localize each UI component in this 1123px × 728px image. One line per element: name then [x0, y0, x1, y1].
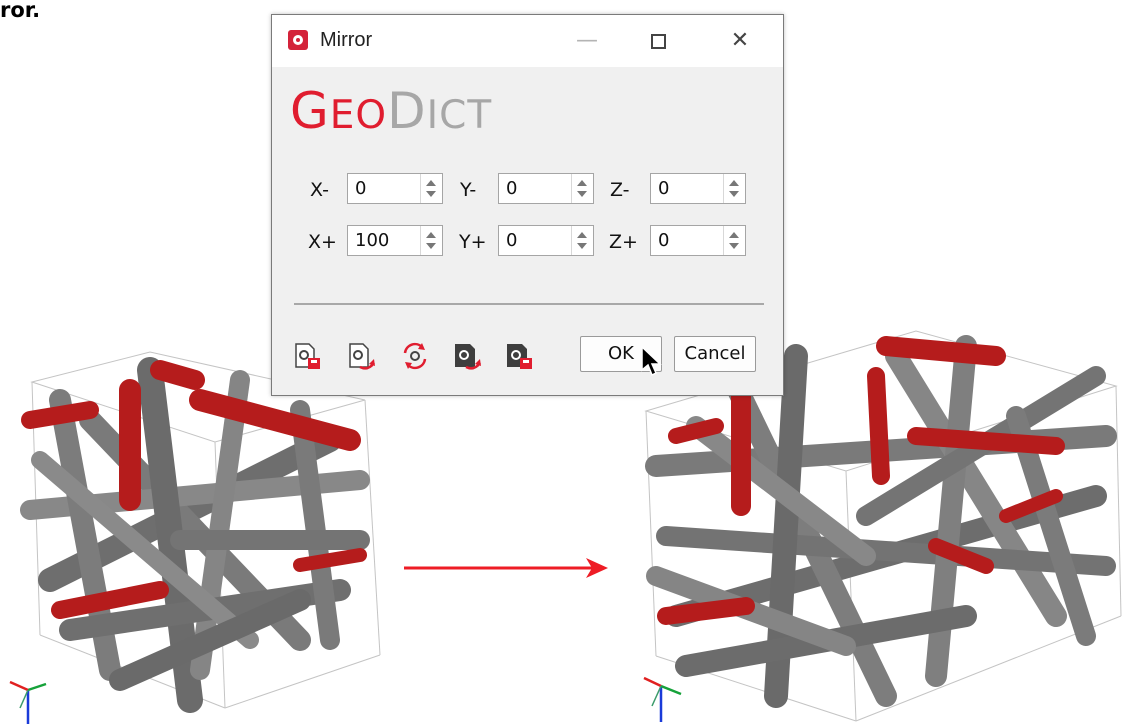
geodict-logo: GEODICT [290, 82, 493, 140]
step-up-icon[interactable] [729, 232, 739, 238]
axis-triad-right [643, 676, 682, 722]
y-plus-label: Y+ [459, 231, 487, 253]
load-settings-icon[interactable] [346, 341, 376, 371]
x-minus-label: X- [310, 179, 329, 201]
mirror-dialog: Mirror — ✕ GEODICT X- Y- Z- X+ Y+ Z+ [271, 14, 784, 396]
y-minus-stepper[interactable] [571, 174, 593, 203]
y-plus-input[interactable] [499, 226, 571, 255]
z-minus-label: Z- [610, 179, 630, 201]
step-up-icon[interactable] [577, 180, 587, 186]
x-plus-stepper[interactable] [420, 226, 442, 255]
reset-settings-icon[interactable] [400, 341, 430, 371]
step-up-icon[interactable] [426, 232, 436, 238]
dialog-title: Mirror [320, 29, 373, 51]
x-minus-stepper[interactable] [420, 174, 442, 203]
z-plus-input[interactable] [651, 226, 723, 255]
step-down-icon[interactable] [426, 191, 436, 197]
load-parameters-icon[interactable] [504, 341, 534, 371]
dialog-titlebar[interactable]: Mirror — ✕ [272, 15, 783, 67]
save-parameters-icon[interactable] [452, 341, 482, 371]
z-minus-spinbox[interactable] [650, 173, 746, 204]
transform-arrow-icon [404, 558, 608, 578]
y-minus-spinbox[interactable] [498, 173, 594, 204]
step-up-icon[interactable] [577, 232, 587, 238]
geodict-app-icon [288, 30, 308, 50]
y-plus-stepper[interactable] [571, 226, 593, 255]
step-down-icon[interactable] [577, 191, 587, 197]
maximize-icon [650, 33, 666, 49]
close-button[interactable]: ✕ [717, 21, 763, 61]
maximize-button[interactable] [635, 21, 681, 61]
axis-triad-left [9, 680, 47, 724]
y-minus-input[interactable] [499, 174, 571, 203]
x-plus-label: X+ [308, 231, 337, 253]
save-settings-icon[interactable] [292, 341, 322, 371]
cancel-button[interactable]: Cancel [674, 336, 756, 372]
z-minus-stepper[interactable] [723, 174, 745, 203]
step-down-icon[interactable] [729, 243, 739, 249]
step-down-icon[interactable] [577, 243, 587, 249]
step-up-icon[interactable] [426, 180, 436, 186]
z-plus-label: Z+ [609, 231, 638, 253]
z-minus-input[interactable] [651, 174, 723, 203]
structure-before-image [9, 351, 381, 724]
y-plus-spinbox[interactable] [498, 225, 594, 256]
y-minus-label: Y- [460, 179, 477, 201]
z-plus-stepper[interactable] [723, 226, 745, 255]
divider [294, 303, 764, 305]
step-down-icon[interactable] [729, 191, 739, 197]
x-minus-spinbox[interactable] [347, 173, 443, 204]
x-plus-input[interactable] [348, 226, 420, 255]
minimize-button[interactable]: — [564, 21, 610, 61]
z-plus-spinbox[interactable] [650, 225, 746, 256]
x-minus-input[interactable] [348, 174, 420, 203]
x-plus-spinbox[interactable] [347, 225, 443, 256]
caption-fragment: ror. [0, 0, 41, 21]
step-down-icon[interactable] [426, 243, 436, 249]
mouse-cursor-icon [641, 346, 662, 377]
step-up-icon[interactable] [729, 180, 739, 186]
